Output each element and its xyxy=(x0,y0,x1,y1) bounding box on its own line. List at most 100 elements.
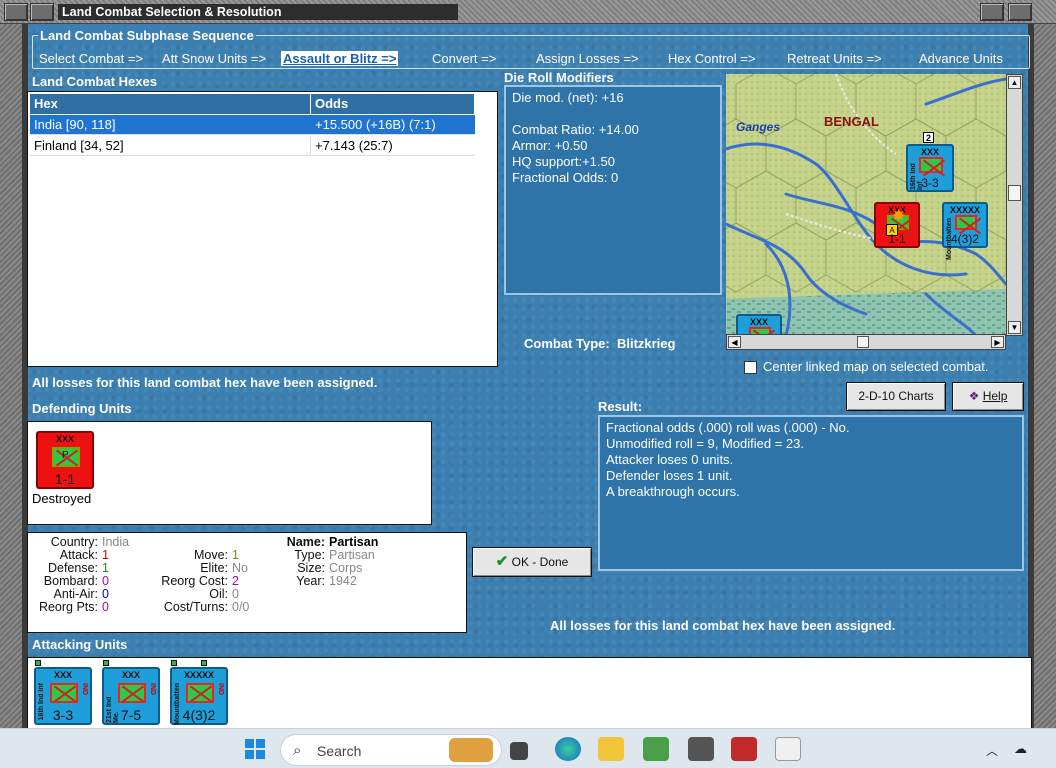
game-app-icon[interactable] xyxy=(731,737,757,761)
hex-row-finland[interactable]: Finland [34, 52] xyxy=(30,136,311,156)
losses-msg-top: All losses for this land combat hex have… xyxy=(32,375,378,390)
taskbar xyxy=(0,728,1056,768)
frame-left xyxy=(0,24,22,728)
step-retreat: Retreat Units => xyxy=(787,51,882,66)
hq-support: HQ support:+1.50 xyxy=(512,154,615,169)
step-att-snow: Att Snow Units => xyxy=(162,51,267,66)
help-book-icon: ❖ xyxy=(968,389,980,403)
unit-nationality: IND xyxy=(217,683,224,696)
start-windows-icon[interactable] xyxy=(242,737,268,761)
defender-status: Destroyed xyxy=(32,491,92,506)
network-icon[interactable]: ☁ xyxy=(1014,741,1027,757)
fractional-odds: Fractional Odds: 0 xyxy=(512,170,619,185)
odds-row-finland[interactable]: +7.143 (25:7) xyxy=(311,136,475,156)
col-odds[interactable]: Odds xyxy=(311,94,475,114)
result-line: Defender loses 1 unit. xyxy=(606,468,733,483)
attacking-label: Attacking Units xyxy=(32,637,128,652)
unit-strength: 4(3)2 xyxy=(182,707,216,723)
attacker-counter-21st-ind[interactable]: XXX 21st Ind Me. IND 7-5 xyxy=(102,667,160,725)
step-assign-losses: Assign Losses => xyxy=(536,51,639,66)
ok-done-button[interactable]: ✔ OK - Done xyxy=(472,547,592,577)
die-roll-panel: Die mod. (net): +16 Combat Ratio: +14.00… xyxy=(504,85,722,295)
search-icon: ⌕ xyxy=(293,742,302,759)
edge-browser-icon[interactable] xyxy=(555,737,581,761)
map-counter-16th-ind[interactable]: XXX 16th Ind Inf 3-3 xyxy=(906,144,954,192)
step-advance: Advance Units xyxy=(919,51,1003,66)
mechanized-icon xyxy=(118,683,146,703)
map-counter-defender[interactable]: XXX A 1-1 ✸ xyxy=(874,202,920,248)
attacking-panel: XXX 16th Ind Inf IND 3-3 XXX 21st Ind Me… xyxy=(27,657,1032,728)
unit-strength: 3-3 xyxy=(52,707,74,723)
attacker-counter-mountbatten[interactable]: XXXXX Mountbatten IND 4(3)2 xyxy=(170,667,228,725)
unit-nationality: IND xyxy=(149,683,156,696)
defending-panel: XXX P 1-1 Destroyed xyxy=(27,421,432,525)
partisan-symbol: P xyxy=(62,450,69,461)
hexes-table: Hex Odds India [90, 118] +15.500 (+16B) … xyxy=(27,91,498,367)
attacker-counter-16th-ind[interactable]: XXX 16th Ind Inf IND 3-3 xyxy=(34,667,92,725)
hexes-label: Land Combat Hexes xyxy=(32,74,157,89)
unit-size-label: XXX xyxy=(121,670,140,680)
taskbar-search[interactable]: ⌕ Search xyxy=(280,734,502,766)
center-map-checkbox[interactable] xyxy=(744,361,757,374)
stack-count-badge: 2 xyxy=(923,132,934,143)
odds-row-india[interactable]: +15.500 (+16B) (7:1) xyxy=(311,115,475,135)
search-placeholder: Search xyxy=(317,743,362,759)
result-label: Result: xyxy=(598,399,643,414)
combat-type-label: Combat Type: Blitzkrieg xyxy=(524,336,675,351)
close-button[interactable] xyxy=(1008,3,1032,21)
combat-type-value: Blitzkrieg xyxy=(616,336,676,351)
map-label-bengal: BENGAL xyxy=(824,114,879,129)
scroll-thumb-horizontal[interactable] xyxy=(857,336,869,348)
combat-type-key: Combat Type: xyxy=(524,336,610,351)
unit-strength: 4(3)2 xyxy=(950,232,979,246)
result-line: Unmodified roll = 9, Modified = 23. xyxy=(606,436,804,451)
step-assault-blitz: Assault or Blitz => xyxy=(281,51,399,66)
help-button[interactable]: ❖ Help xyxy=(952,382,1024,411)
infantry-icon xyxy=(955,215,977,230)
scroll-up-arrow-icon[interactable]: ▲ xyxy=(1008,76,1021,89)
map-counter-partial[interactable]: XXX xyxy=(736,314,782,336)
ok-done-label: OK - Done xyxy=(511,555,569,569)
step-convert: Convert => xyxy=(432,51,497,66)
scroll-right-arrow-icon[interactable]: ▶ xyxy=(991,336,1004,348)
unit-strength: 1-1 xyxy=(888,232,906,246)
checkmark-icon: ✔ xyxy=(495,553,509,570)
combat-explosion-icon: ✸ xyxy=(892,208,906,225)
charts-button[interactable]: 2-D-10 Charts xyxy=(846,382,946,411)
map-counter-mountbatten[interactable]: XXXXX Mountbatten 4(3)2 xyxy=(942,202,988,260)
year-key: Year: xyxy=(296,574,325,588)
system-menu-button[interactable] xyxy=(4,3,28,21)
unit-pip xyxy=(103,660,109,666)
scroll-left-arrow-icon[interactable]: ◀ xyxy=(728,336,741,348)
file-explorer-icon[interactable] xyxy=(598,737,624,761)
unit-size-label: XXX xyxy=(920,147,939,157)
tray-chevron-icon[interactable]: ︿ xyxy=(986,742,998,759)
scroll-down-arrow-icon[interactable]: ▼ xyxy=(1008,321,1021,334)
map-vertical-scrollbar[interactable]: ▲ ▼ xyxy=(1006,74,1023,336)
maximize-button[interactable] xyxy=(980,3,1004,21)
minimize-button[interactable] xyxy=(30,3,54,21)
result-line: Fractional odds (.000) roll was (.000) -… xyxy=(606,420,850,435)
hex-row-india[interactable]: India [90, 118] xyxy=(30,115,311,135)
defender-counter[interactable]: XXX P 1-1 xyxy=(36,431,94,489)
map-label-ganges: Ganges xyxy=(736,120,781,134)
frame-inner-right xyxy=(1028,24,1034,728)
snipping-tool-icon[interactable] xyxy=(775,737,801,761)
notepad-icon[interactable] xyxy=(643,737,669,761)
help-label: Help xyxy=(982,389,1008,403)
unit-size-label: XXXXX xyxy=(949,205,980,215)
unit-pip xyxy=(35,660,41,666)
frame-right xyxy=(1034,24,1056,728)
scroll-thumb-vertical[interactable] xyxy=(1008,185,1021,201)
col-hex[interactable]: Hex xyxy=(30,94,311,114)
unit-size-label: XXX xyxy=(749,317,768,327)
linked-map[interactable]: Ganges BENGAL XXX 16th Ind Inf 3-3 2 XXX… xyxy=(726,74,1006,336)
task-view-icon[interactable] xyxy=(510,742,528,760)
reorgpts-key: Reorg Pts: xyxy=(38,600,98,614)
center-map-label[interactable]: Center linked map on selected combat. xyxy=(763,359,988,374)
map-horizontal-scrollbar[interactable]: ◀ ▶ xyxy=(726,334,1006,350)
window-title: Land Combat Selection & Resolution xyxy=(58,4,458,20)
calculator-icon[interactable] xyxy=(688,737,714,761)
result-panel: Fractional odds (.000) roll was (.000) -… xyxy=(598,415,1024,571)
unit-nationality: IND xyxy=(81,683,88,696)
